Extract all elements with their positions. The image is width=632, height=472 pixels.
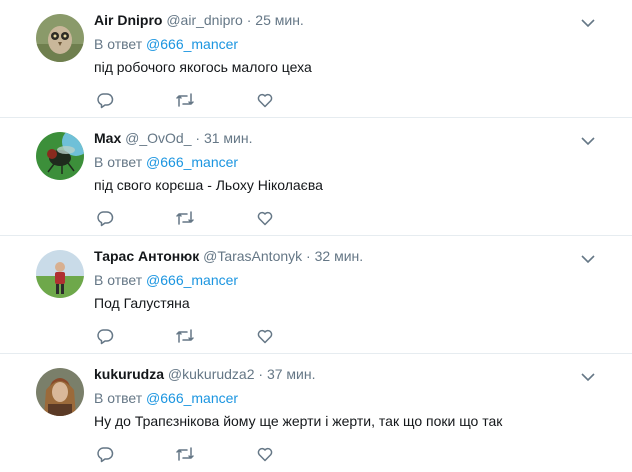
tweet-header: kukurudza @kukurudza2 · 37 мин. (94, 366, 315, 382)
tweet[interactable]: Тарас Антонюк @TarasAntonyk · 32 мин. В … (0, 236, 632, 354)
chevron-down-icon[interactable] (580, 134, 596, 146)
heart-icon[interactable] (256, 327, 276, 345)
retweet-icon[interactable] (175, 327, 195, 345)
reply-mention-link[interactable]: @666_mancer (146, 154, 238, 170)
heart-icon[interactable] (256, 209, 276, 227)
user-name[interactable]: Max (94, 130, 121, 146)
reply-icon[interactable] (96, 327, 116, 345)
tweet-text: під свого корєша - Льоху Ніколаєва (94, 177, 323, 193)
reply-context: В ответ @666_mancer (94, 36, 238, 52)
tweet-actions (96, 91, 286, 111)
avatar[interactable] (36, 132, 84, 180)
reply-prefix: В ответ (94, 154, 143, 170)
retweet-icon[interactable] (175, 91, 195, 109)
separator: · (195, 130, 201, 146)
reply-icon[interactable] (96, 209, 116, 227)
retweet-icon[interactable] (175, 209, 195, 227)
avatar[interactable] (36, 250, 84, 298)
timestamp[interactable]: 37 мин. (267, 366, 316, 382)
reply-prefix: В ответ (94, 272, 143, 288)
timestamp[interactable]: 25 мин. (255, 12, 304, 28)
user-name[interactable]: kukurudza (94, 366, 164, 382)
tweet-text: Ну до Трапєзнікова йому ще жерти і жерти… (94, 413, 503, 429)
reply-mention-link[interactable]: @666_mancer (146, 390, 238, 406)
reply-context: В ответ @666_mancer (94, 390, 238, 406)
tweet-actions (96, 209, 286, 229)
tweet-header: Air Dnipro @air_dnipro · 25 мин. (94, 12, 304, 28)
timestamp[interactable]: 31 мин. (204, 130, 253, 146)
tweet-actions (96, 327, 286, 347)
reply-icon[interactable] (96, 445, 116, 463)
tweet-text: під робочого якогось малого цеха (94, 59, 312, 75)
reply-prefix: В ответ (94, 390, 143, 406)
user-handle[interactable]: @kukurudza2 (168, 366, 255, 382)
chevron-down-icon[interactable] (580, 370, 596, 382)
heart-icon[interactable] (256, 445, 276, 463)
separator: · (246, 12, 252, 28)
retweet-icon[interactable] (175, 445, 195, 463)
tweet[interactable]: Air Dnipro @air_dnipro · 25 мин. В ответ… (0, 0, 632, 118)
chevron-down-icon[interactable] (580, 16, 596, 28)
user-name[interactable]: Тарас Антонюк (94, 248, 199, 264)
tweet[interactable]: Max @_OvOd_ · 31 мин. В ответ @666_mance… (0, 118, 632, 236)
separator: · (306, 248, 311, 264)
reply-mention-link[interactable]: @666_mancer (146, 272, 238, 288)
user-handle[interactable]: @_OvOd_ (125, 130, 191, 146)
reply-prefix: В ответ (94, 36, 143, 52)
tweet-header: Max @_OvOd_ · 31 мин. (94, 130, 252, 146)
user-handle[interactable]: @TarasAntonyk (203, 248, 302, 264)
tweet-header: Тарас Антонюк @TarasAntonyk · 32 мин. (94, 248, 363, 264)
tweet-actions (96, 445, 286, 465)
tweet-text: Под Галустяна (94, 295, 190, 311)
user-handle[interactable]: @air_dnipro (166, 12, 242, 28)
reply-mention-link[interactable]: @666_mancer (146, 36, 238, 52)
avatar[interactable] (36, 368, 84, 416)
heart-icon[interactable] (256, 91, 276, 109)
avatar[interactable] (36, 14, 84, 62)
reply-icon[interactable] (96, 91, 116, 109)
timestamp[interactable]: 32 мин. (315, 248, 364, 264)
user-name[interactable]: Air Dnipro (94, 12, 162, 28)
chevron-down-icon[interactable] (580, 252, 596, 264)
separator: · (258, 366, 264, 382)
reply-context: В ответ @666_mancer (94, 272, 238, 288)
reply-feed: Air Dnipro @air_dnipro · 25 мин. В ответ… (0, 0, 632, 458)
tweet[interactable]: kukurudza @kukurudza2 · 37 мин. В ответ … (0, 354, 632, 472)
reply-context: В ответ @666_mancer (94, 154, 238, 170)
